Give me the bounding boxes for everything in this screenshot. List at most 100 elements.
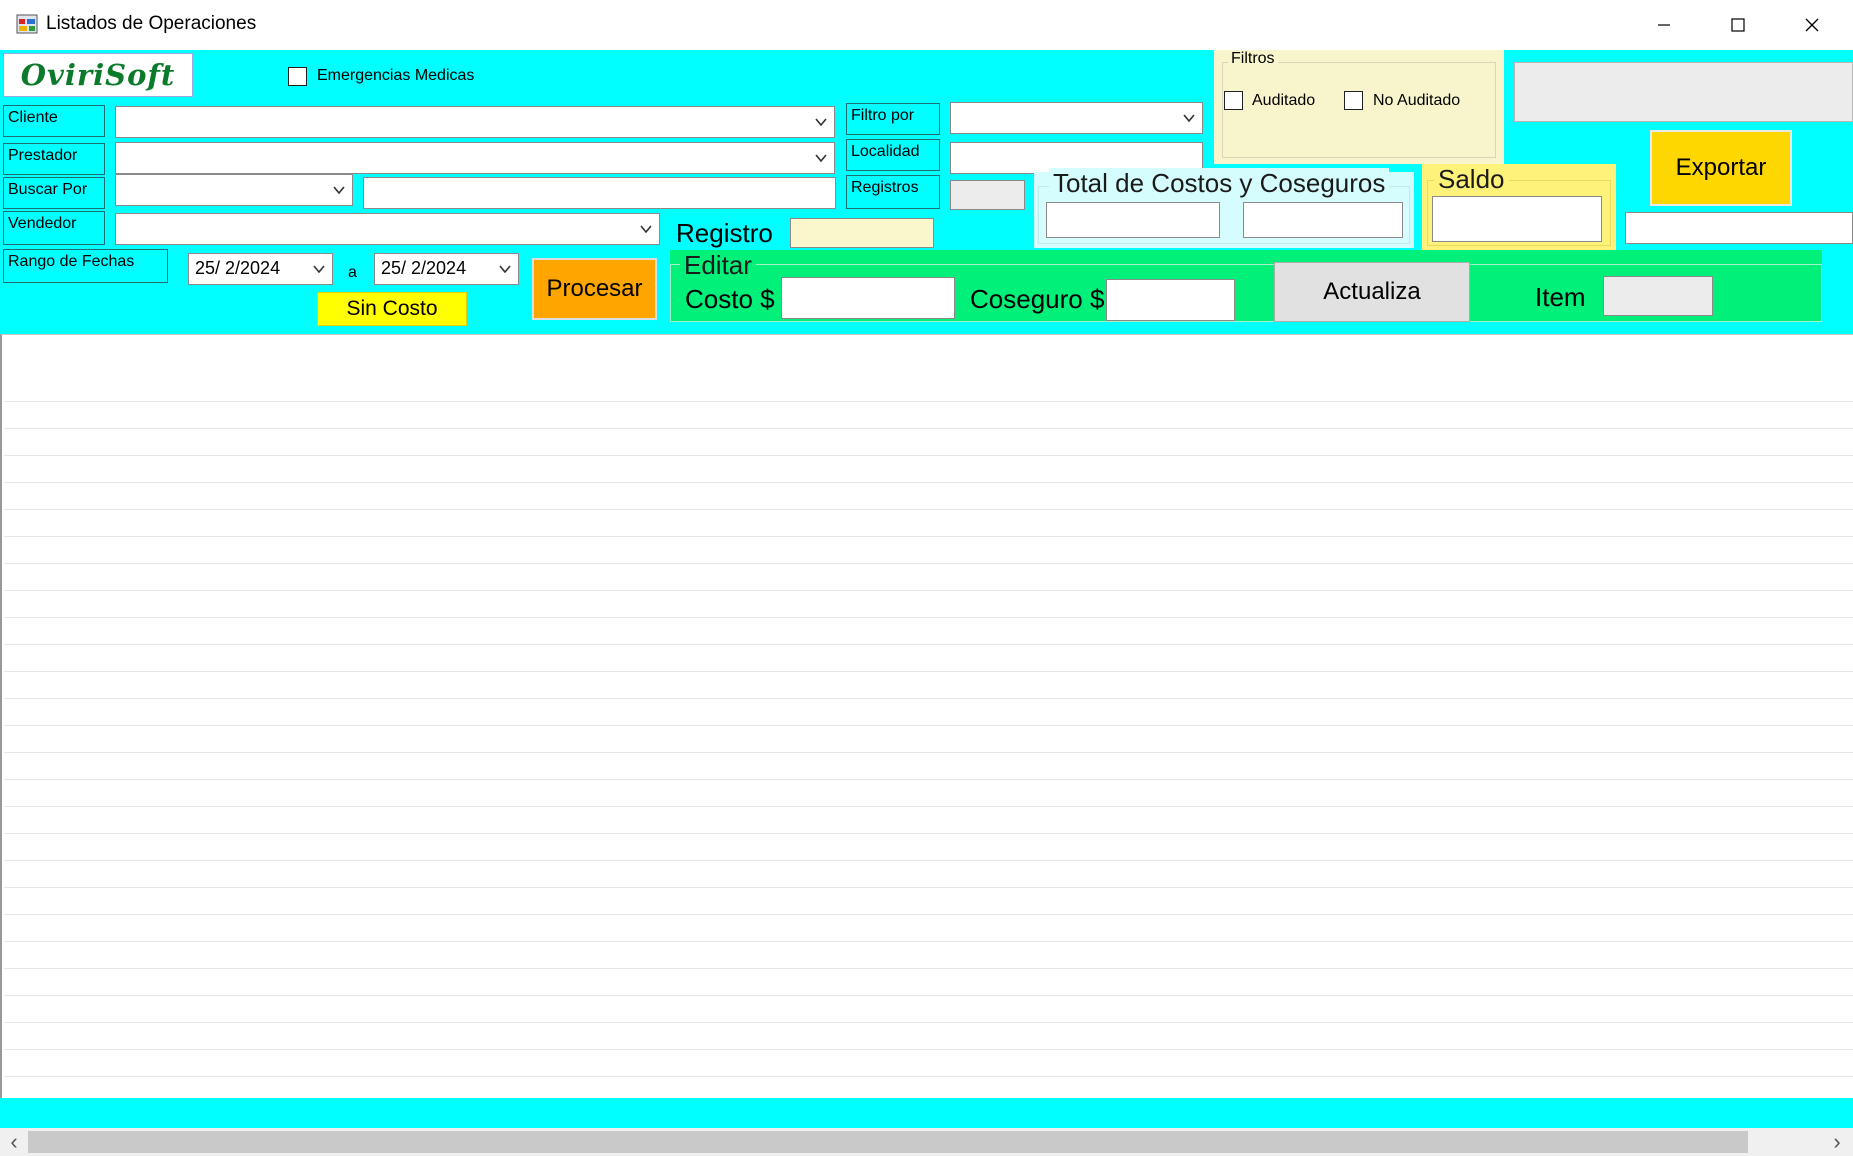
no-auditado-checkbox[interactable] bbox=[1344, 91, 1363, 110]
grid-row-line bbox=[4, 752, 1853, 753]
grid-row-line bbox=[4, 914, 1853, 915]
buscar-por-combo[interactable] bbox=[115, 174, 353, 206]
close-icon bbox=[1805, 18, 1819, 32]
chevron-down-icon bbox=[1183, 114, 1195, 123]
total-costos-field bbox=[1046, 202, 1220, 238]
info-display-box bbox=[1514, 62, 1853, 122]
operations-grid[interactable] bbox=[0, 334, 1853, 1098]
filter-panel: OviriSoft Emergencias Medicas Cliente Pr… bbox=[0, 50, 1853, 334]
prestador-combo[interactable] bbox=[115, 142, 835, 174]
actualiza-button[interactable]: Actualiza bbox=[1274, 262, 1470, 322]
status-strip bbox=[0, 1098, 1853, 1128]
grid-row-line bbox=[4, 671, 1853, 672]
rango-fechas-label: Rango de Fechas bbox=[3, 249, 168, 283]
window-title: Listados de Operaciones bbox=[46, 13, 257, 34]
costo-label: Costo $ bbox=[685, 284, 775, 314]
emergencias-label: Emergencias Medicas bbox=[317, 67, 475, 84]
chevron-down-icon bbox=[815, 154, 827, 163]
grid-row-line bbox=[4, 779, 1853, 780]
fecha-hasta-picker[interactable]: 25/ 2/2024 bbox=[374, 253, 519, 285]
procesar-button[interactable]: Procesar bbox=[532, 258, 657, 320]
registro-label: Registro bbox=[676, 218, 773, 248]
grid-row-line bbox=[4, 806, 1853, 807]
grid-row-line bbox=[4, 1076, 1853, 1077]
fecha-hasta-value: 25/ 2/2024 bbox=[381, 258, 467, 278]
filtro-por-label: Filtro por bbox=[846, 103, 940, 135]
minimize-icon bbox=[1658, 24, 1670, 26]
localidad-label: Localidad bbox=[846, 139, 940, 171]
grid-row-line bbox=[4, 536, 1853, 537]
minimize-button[interactable] bbox=[1627, 0, 1701, 50]
saldo-title: Saldo bbox=[1434, 164, 1509, 195]
scroll-right-icon[interactable]: › bbox=[1827, 1130, 1847, 1154]
filtro-por-combo[interactable] bbox=[950, 102, 1203, 134]
grid-row-line bbox=[4, 1022, 1853, 1023]
grid-row-line bbox=[4, 563, 1853, 564]
fecha-desde-value: 25/ 2/2024 bbox=[195, 258, 281, 278]
totales-group: Total de Costos y Coseguros bbox=[1034, 168, 1414, 248]
grid-row-line bbox=[4, 941, 1853, 942]
filtros-title: Filtros bbox=[1228, 50, 1278, 68]
title-bar: Listados de Operaciones bbox=[0, 0, 1853, 50]
close-button[interactable] bbox=[1775, 0, 1849, 50]
no-auditado-label: No Auditado bbox=[1373, 92, 1461, 109]
prestador-label: Prestador bbox=[3, 143, 105, 175]
cliente-label: Cliente bbox=[3, 105, 105, 137]
vendedor-combo[interactable] bbox=[115, 213, 660, 245]
date-separator: a bbox=[348, 264, 357, 281]
grid-row-line bbox=[4, 995, 1853, 996]
totales-title: Total de Costos y Coseguros bbox=[1049, 168, 1390, 199]
sin-costo-button[interactable]: Sin Costo bbox=[317, 292, 467, 326]
editar-title: Editar bbox=[680, 250, 756, 281]
vendedor-label: Vendedor bbox=[3, 211, 105, 245]
buscar-por-label: Buscar Por bbox=[3, 177, 105, 209]
filtros-group: Filtros Auditado No Auditado bbox=[1214, 50, 1504, 164]
auditado-label: Auditado bbox=[1252, 92, 1316, 109]
grid-row-line bbox=[4, 428, 1853, 429]
grid-row-line bbox=[4, 968, 1853, 969]
registros-count-field bbox=[950, 180, 1025, 210]
grid-row-line bbox=[4, 455, 1853, 456]
grid-row-line bbox=[4, 482, 1853, 483]
auditado-checkbox[interactable] bbox=[1224, 91, 1243, 110]
saldo-group: Saldo bbox=[1422, 164, 1616, 250]
coseguro-label: Coseguro $ bbox=[970, 284, 1105, 314]
grid-row-line bbox=[4, 725, 1853, 726]
logo-text: OviriSoft bbox=[20, 58, 176, 92]
grid-row-line bbox=[4, 860, 1853, 861]
chevron-down-icon bbox=[313, 265, 325, 274]
total-coseguros-field bbox=[1243, 202, 1403, 238]
horizontal-scrollbar[interactable]: ‹ › bbox=[0, 1128, 1853, 1156]
extra-field bbox=[1625, 212, 1853, 244]
app-icon bbox=[16, 14, 38, 34]
maximize-button[interactable] bbox=[1701, 0, 1775, 50]
registros-label: Registros bbox=[846, 175, 940, 209]
maximize-icon bbox=[1731, 18, 1745, 32]
scrollbar-thumb[interactable] bbox=[28, 1131, 1748, 1153]
oviri-logo: OviriSoft bbox=[3, 53, 193, 97]
grid-row-line bbox=[4, 644, 1853, 645]
emergencias-checkbox[interactable] bbox=[288, 67, 307, 86]
scroll-left-icon[interactable]: ‹ bbox=[4, 1130, 24, 1154]
grid-row-line bbox=[4, 887, 1853, 888]
chevron-down-icon bbox=[640, 225, 652, 234]
item-label: Item bbox=[1535, 282, 1586, 312]
editar-group: Editar Costo $ Coseguro $ Actualiza Item bbox=[670, 250, 1822, 322]
grid-row-line bbox=[4, 833, 1853, 834]
cliente-combo[interactable] bbox=[115, 106, 835, 138]
grid-row-line bbox=[4, 401, 1853, 402]
fecha-desde-picker[interactable]: 25/ 2/2024 bbox=[188, 253, 333, 285]
exportar-button[interactable]: Exportar bbox=[1650, 130, 1792, 206]
costo-input[interactable] bbox=[781, 277, 955, 319]
buscar-text-input[interactable] bbox=[363, 177, 836, 209]
chevron-down-icon bbox=[333, 186, 345, 195]
saldo-field bbox=[1432, 196, 1602, 242]
coseguro-input[interactable] bbox=[1106, 279, 1235, 321]
grid-row-line bbox=[4, 698, 1853, 699]
grid-row-line bbox=[4, 1049, 1853, 1050]
registro-field bbox=[790, 218, 934, 248]
grid-row-line bbox=[4, 509, 1853, 510]
grid-row-line bbox=[4, 617, 1853, 618]
grid-row-line bbox=[4, 590, 1853, 591]
chevron-down-icon bbox=[499, 265, 511, 274]
